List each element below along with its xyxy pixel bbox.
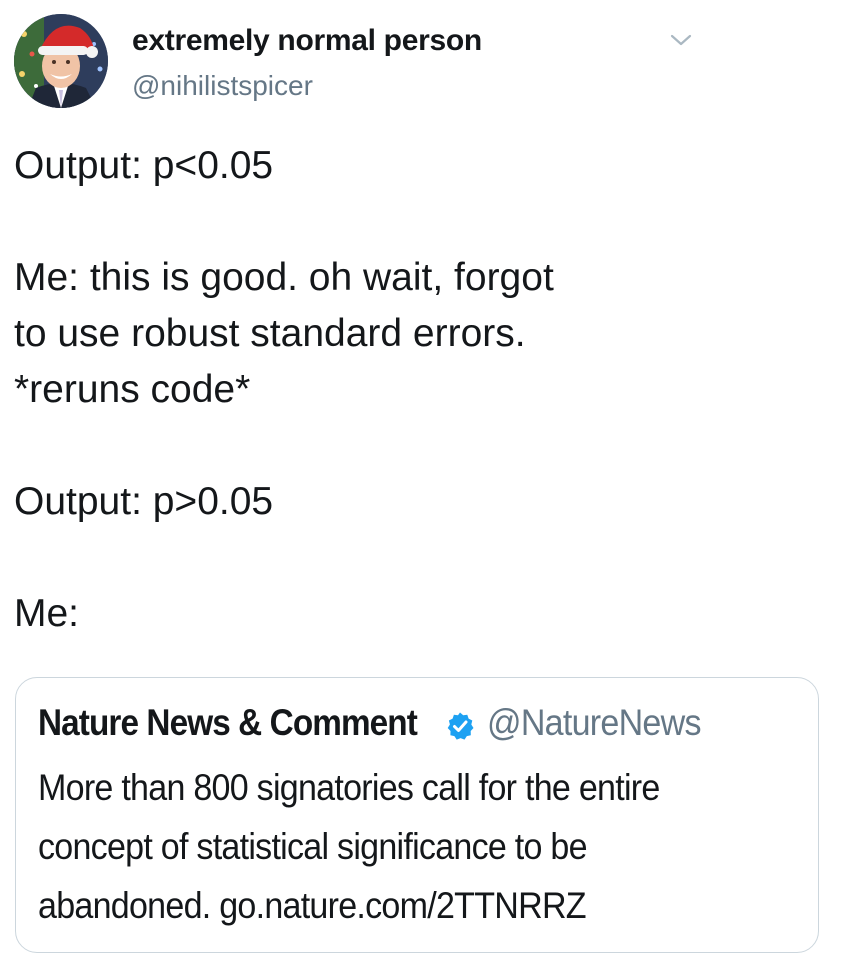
quoted-text-line[interactable]: abandoned. go.nature.com/2TTNRRZ bbox=[38, 876, 746, 935]
quoted-author-name[interactable]: Nature News & Comment bbox=[38, 702, 418, 744]
tweet-text-line: to use robust standard errors. bbox=[14, 312, 526, 355]
tweet-text: Output: p<0.05 Me: this is good. oh wait… bbox=[14, 138, 834, 642]
author-handle[interactable]: @nihilistspicer bbox=[132, 70, 313, 102]
quoted-tweet-card[interactable]: Nature News & Comment @NatureNews More t… bbox=[15, 677, 819, 953]
quoted-tweet-header: Nature News & Comment @NatureNews bbox=[38, 702, 719, 744]
chevron-down-icon[interactable] bbox=[666, 28, 696, 52]
tweet-text-line bbox=[14, 530, 834, 586]
tweet: extremely normal person @nihilistspicer … bbox=[0, 0, 851, 971]
tweet-text-line: Me: bbox=[14, 592, 80, 635]
tweet-text-line: *reruns code* bbox=[14, 368, 251, 411]
tweet-text-line bbox=[14, 418, 834, 474]
tweet-text-line: Output: p>0.05 bbox=[14, 480, 274, 523]
author-display-name[interactable]: extremely normal person bbox=[132, 24, 482, 58]
avatar[interactable] bbox=[14, 14, 108, 108]
quoted-text-line: concept of statistical significance to b… bbox=[38, 826, 588, 867]
verified-badge-icon bbox=[445, 708, 475, 740]
tweet-text-line bbox=[14, 194, 834, 250]
quoted-text-line: More than 800 signatories call for the e… bbox=[38, 767, 660, 808]
quoted-author-handle[interactable]: @NatureNews bbox=[487, 702, 701, 744]
avatar-image bbox=[14, 14, 108, 108]
tweet-text-line: Output: p<0.05 bbox=[14, 144, 274, 187]
quoted-tweet-text: More than 800 signatories call for the e… bbox=[38, 758, 808, 935]
tweet-text-line: Me: this is good. oh wait, forgot bbox=[14, 256, 554, 299]
